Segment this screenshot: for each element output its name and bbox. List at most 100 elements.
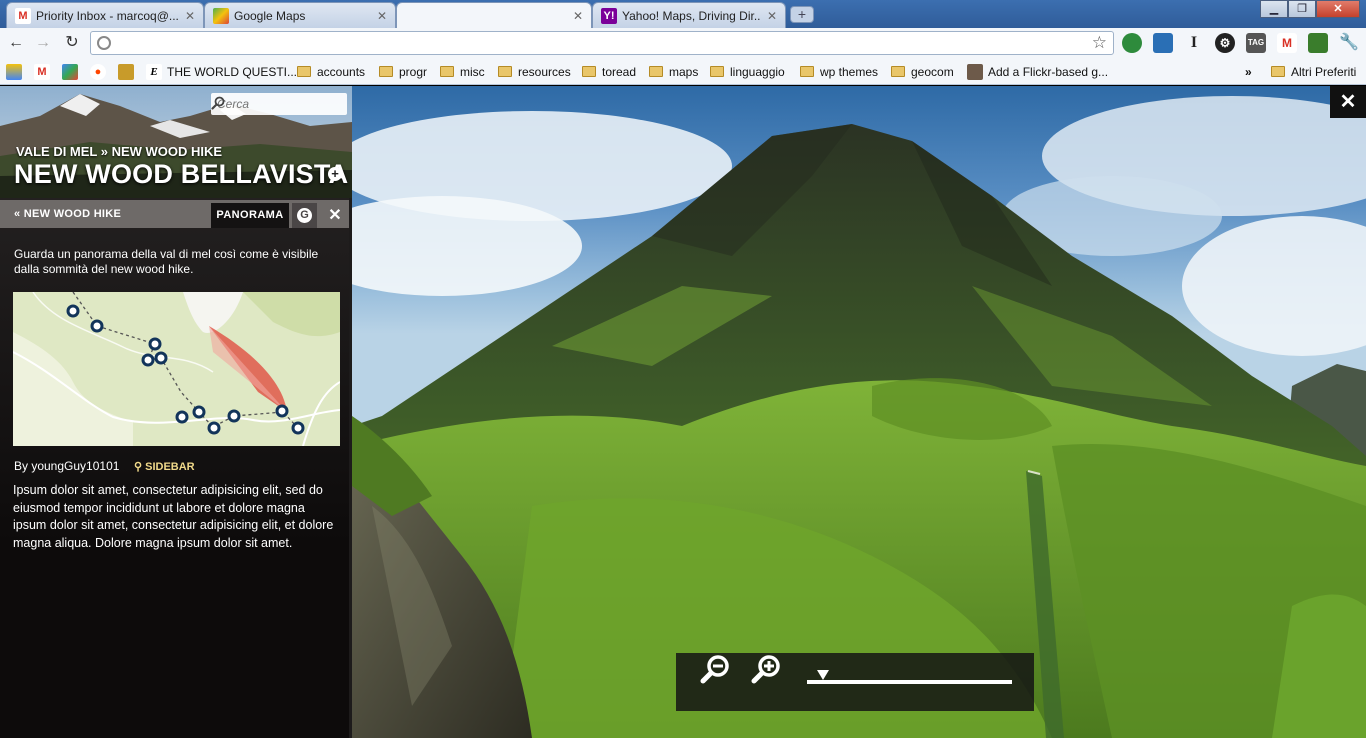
bookmark-label: misc bbox=[460, 64, 485, 79]
bookmark-folder-wp-themes[interactable]: wp themes bbox=[800, 63, 878, 80]
address-bar[interactable]: ☆ bbox=[90, 31, 1114, 55]
bookmark-folder-toread[interactable]: toread bbox=[582, 63, 636, 80]
folder-icon bbox=[498, 66, 512, 77]
bookmark-folder-progr[interactable]: progr bbox=[379, 63, 427, 80]
picasa-icon bbox=[6, 63, 22, 80]
settings-extension-icon[interactable]: ⚙ bbox=[1215, 33, 1235, 53]
search-box bbox=[211, 93, 347, 115]
sidebar-link-label: SIDEBAR bbox=[145, 461, 195, 473]
page-content: ✕ Cerca VALE DI MEL » NEW WOOD HIKE NEW … bbox=[0, 86, 1366, 738]
pin-icon: ⚲ bbox=[134, 461, 146, 473]
close-tab-icon[interactable]: ✕ bbox=[185, 9, 195, 23]
tab-gmail[interactable]: M Priority Inbox - marcoq@... ✕ bbox=[6, 2, 204, 28]
earth-extension-icon[interactable] bbox=[1122, 33, 1142, 53]
yahoo-icon: Y! bbox=[601, 7, 617, 24]
tag-extension-icon[interactable]: TAG bbox=[1246, 33, 1266, 53]
close-tab-icon[interactable]: ✕ bbox=[573, 9, 583, 23]
back-arrow-icon[interactable]: ← bbox=[5, 32, 27, 54]
folder-icon bbox=[297, 66, 311, 77]
trail-minimap[interactable] bbox=[13, 292, 340, 446]
zoom-in-icon[interactable] bbox=[751, 653, 783, 685]
bookmarks-overflow-chevron-icon[interactable]: » bbox=[1245, 63, 1252, 80]
bookmark-label: geocom bbox=[911, 64, 954, 79]
minimize-button[interactable]: ▁ bbox=[1260, 0, 1288, 18]
bookmark-label: wp themes bbox=[820, 64, 879, 79]
tab-yahoo-maps[interactable]: Y! Yahoo! Maps, Driving Dir... ✕ bbox=[592, 2, 786, 28]
zoom-slider-thumb[interactable] bbox=[817, 670, 830, 680]
bookmark-flickr[interactable]: Add a Flickr-based g... bbox=[967, 63, 1108, 80]
bookmark-label: progr bbox=[399, 64, 428, 79]
bookmark-folder-accounts[interactable]: accounts bbox=[297, 63, 365, 80]
panorama-description: Guarda un panorama della val di mel così… bbox=[14, 247, 319, 276]
search-input[interactable] bbox=[217, 96, 323, 112]
bookmark-gmail[interactable]: M bbox=[34, 63, 55, 80]
add-icon[interactable]: + bbox=[328, 167, 342, 181]
close-tab-icon[interactable]: ✕ bbox=[377, 9, 387, 23]
bookmark-label: Add a Flickr-based g... bbox=[988, 64, 1109, 79]
close-window-button[interactable]: ✕ bbox=[1316, 0, 1360, 18]
tab-google-maps[interactable]: Google Maps ✕ bbox=[204, 2, 396, 28]
panorama-body-text: Ipsum dolor sit amet, consectetur adipis… bbox=[13, 483, 334, 550]
bookmark-world-question[interactable]: E THE WORLD QUESTI... bbox=[146, 63, 297, 80]
reddit-icon: ● bbox=[90, 63, 106, 80]
bookmark-label: toread bbox=[602, 64, 637, 79]
bookmark-picasa[interactable] bbox=[6, 63, 27, 80]
window-extension-icon[interactable] bbox=[1153, 33, 1173, 53]
bookmark-folder-misc[interactable]: misc bbox=[440, 63, 485, 80]
header-banner: VALE DI MEL » NEW WOOD HIKE NEW WOOD BEL… bbox=[0, 86, 352, 198]
site-icon bbox=[118, 63, 134, 80]
forward-arrow-icon[interactable]: → bbox=[32, 32, 54, 54]
maximize-button[interactable]: ❐ bbox=[1288, 0, 1316, 18]
tab-google[interactable]: G bbox=[292, 203, 317, 228]
folder-icon bbox=[891, 66, 905, 77]
reload-icon[interactable]: ↻ bbox=[61, 32, 83, 54]
close-panorama-button[interactable]: ✕ bbox=[1330, 86, 1366, 118]
evernote-extension-icon[interactable] bbox=[1308, 33, 1328, 53]
folder-icon bbox=[440, 66, 454, 77]
google-icon: G bbox=[297, 208, 312, 223]
folder-icon bbox=[379, 66, 393, 77]
tab-panorama[interactable]: PANORAMA bbox=[211, 203, 289, 228]
tab-title: Google Maps bbox=[234, 8, 306, 23]
zoom-out-icon[interactable] bbox=[700, 653, 732, 685]
bookmark-google[interactable] bbox=[62, 63, 83, 80]
window-controls: ▁ ❐ ✕ bbox=[1260, 0, 1360, 18]
tab-title: Yahoo! Maps, Driving Dir... bbox=[622, 8, 761, 23]
new-tab-button[interactable]: + bbox=[790, 6, 814, 23]
bookmark-label: maps bbox=[669, 64, 699, 79]
browser-toolbar: ← → ↻ ☆ I ⚙ TAG M 🔧 bbox=[0, 28, 1366, 58]
bookmark-label: Altri Preferiti bbox=[1291, 64, 1357, 79]
bookmark-folder-maps[interactable]: maps bbox=[649, 63, 698, 80]
panorama-viewer[interactable]: ✕ bbox=[352, 86, 1366, 738]
sidebar-link[interactable]: ⚲ SIDEBAR bbox=[134, 460, 195, 473]
bookmarks-bar: M ● E THE WORLD QUESTI... accounts progr … bbox=[0, 58, 1366, 85]
zoom-control bbox=[676, 653, 1034, 711]
bookmark-star-icon[interactable]: ☆ bbox=[1092, 33, 1107, 53]
google-icon bbox=[62, 63, 78, 80]
close-sidebar-icon[interactable]: ✕ bbox=[324, 203, 346, 228]
author-byline: By youngGuy10101 bbox=[14, 459, 120, 473]
gmail-extension-icon[interactable]: M bbox=[1277, 33, 1297, 53]
bookmark-folder-geocom[interactable]: geocom bbox=[891, 63, 954, 80]
info-extension-icon[interactable]: I bbox=[1184, 33, 1204, 53]
wrench-icon[interactable]: 🔧 bbox=[1339, 33, 1359, 53]
sidebar-tab-strip: « NEW WOOD HIKE PANORAMA G ✕ bbox=[0, 200, 349, 228]
bookmark-folder-resources[interactable]: resources bbox=[498, 63, 571, 80]
tab-current[interactable]: ✕ bbox=[396, 2, 592, 28]
map-graphic bbox=[13, 292, 340, 446]
bookmark-reddit[interactable]: ● bbox=[90, 63, 111, 80]
back-to-hike-link[interactable]: « NEW WOOD HIKE bbox=[14, 208, 121, 220]
folder-icon bbox=[800, 66, 814, 77]
bookmark-misc-site[interactable] bbox=[118, 63, 139, 80]
search-icon[interactable] bbox=[211, 96, 225, 110]
folder-icon bbox=[582, 66, 596, 77]
breadcrumb[interactable]: VALE DI MEL » NEW WOOD HIKE bbox=[16, 144, 222, 159]
zoom-slider-track[interactable] bbox=[807, 680, 1012, 684]
browser-tab-strip: M Priority Inbox - marcoq@... ✕ Google M… bbox=[0, 0, 1366, 28]
bookmark-other[interactable]: Altri Preferiti bbox=[1271, 63, 1356, 80]
bookmark-folder-linguaggio[interactable]: linguaggio bbox=[710, 63, 785, 80]
overflow-label: » bbox=[1245, 64, 1252, 79]
panorama-image bbox=[352, 96, 1366, 738]
close-tab-icon[interactable]: ✕ bbox=[767, 9, 777, 23]
page-title: NEW WOOD BELLAVISTA bbox=[14, 159, 349, 189]
